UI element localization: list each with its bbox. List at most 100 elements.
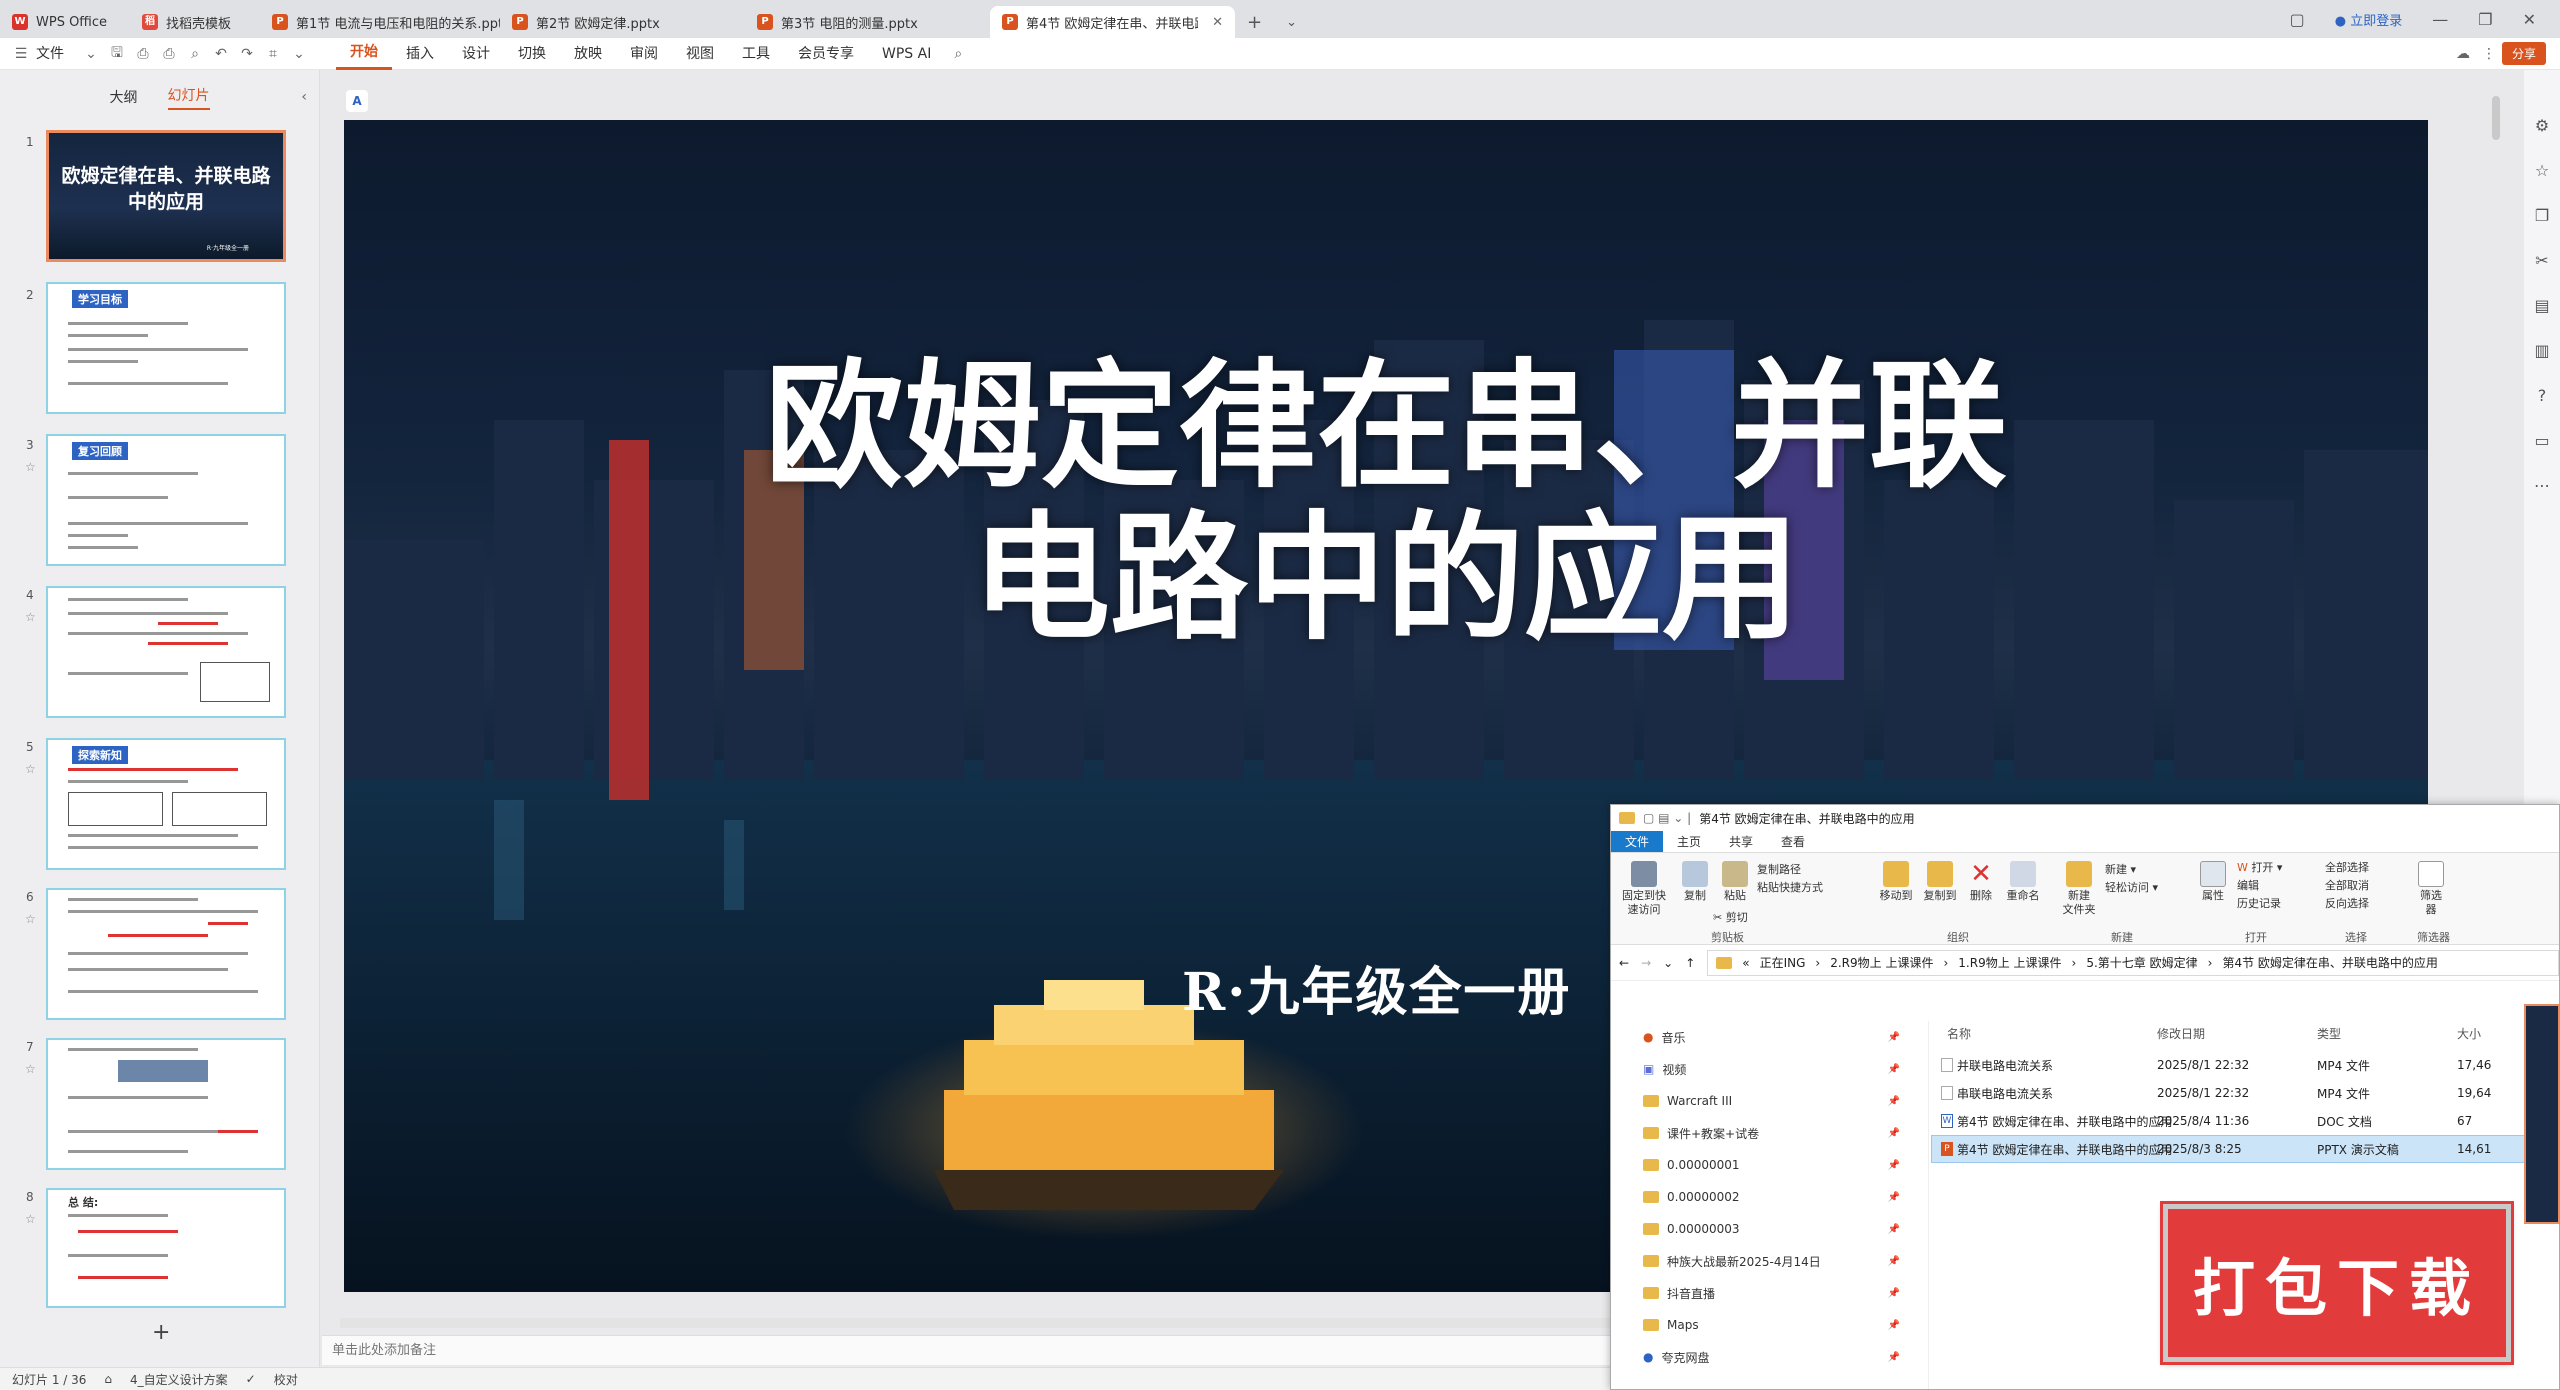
menu-view[interactable]: 视图 (672, 38, 728, 70)
close-tab-icon[interactable]: ✕ (1212, 15, 1223, 30)
search-icon[interactable]: ⌕ (945, 46, 971, 62)
nav-item-folder[interactable]: Warcraft III 📌 (1611, 1085, 1928, 1117)
tab-list-chevron-icon[interactable]: ⌄ (1274, 6, 1309, 38)
star-icon[interactable]: ☆ (25, 1212, 36, 1226)
menu-file[interactable]: 文件 (34, 38, 78, 70)
select-all-button[interactable]: 全部选择 (2325, 861, 2369, 875)
ribbon-tab-file[interactable]: 文件 (1611, 831, 1664, 852)
export-pdf-icon[interactable]: ⎙ (130, 46, 156, 62)
star-icon[interactable]: ☆ (2535, 161, 2549, 180)
new-tab-button[interactable]: + (1235, 6, 1274, 38)
pin-icon[interactable]: 📌 (1888, 1096, 1900, 1107)
help-icon[interactable]: ? (2538, 386, 2547, 405)
up-icon[interactable]: ↑ (1685, 956, 1695, 970)
wps-ai-icon[interactable]: A (346, 90, 368, 112)
horizontal-scrollbar[interactable] (340, 1318, 1610, 1328)
star-icon[interactable]: ☆ (25, 1062, 36, 1076)
ribbon-tab-share[interactable]: 共享 (1715, 831, 1767, 852)
pin-icon[interactable]: 📌 (1888, 1224, 1900, 1235)
chevron-down-icon[interactable]: ⌄ (286, 46, 312, 62)
forward-icon[interactable]: → (1641, 956, 1651, 970)
copy-icon[interactable]: ❐ (2535, 206, 2549, 225)
tab-doc-2[interactable]: P 第2节 欧姆定律.pptx (500, 6, 745, 38)
slide-thumb-2[interactable]: 学习目标 (46, 282, 286, 414)
slide-thumb-5[interactable]: 探索新知 (46, 738, 286, 870)
notes-area[interactable]: 单击此处添加备注 (322, 1335, 1612, 1365)
print-icon[interactable]: ⎙ (156, 46, 182, 62)
settings-icon[interactable]: ⚙ (2535, 116, 2549, 135)
nav-item-cloud[interactable]: ● 夸克网盘 📌 (1611, 1341, 1928, 1373)
slide-thumb-8[interactable]: 总 结: (46, 1188, 286, 1308)
paste-shortcut-button[interactable]: 粘贴快捷方式 (1757, 881, 1823, 895)
pin-icon[interactable]: 📌 (1888, 1192, 1900, 1203)
pin-icon[interactable]: 📌 (1888, 1160, 1900, 1171)
file-row-selected[interactable]: P 第4节 欧姆定律在串、并联电路中的应用 2025/8/3 8:25 PPTX… (1931, 1135, 2559, 1163)
easy-access-button[interactable]: 轻松访问 ▾ (2105, 881, 2158, 895)
menu-home[interactable]: 开始 (336, 38, 392, 70)
tab-docer[interactable]: 稻 找稻壳模板 (130, 6, 260, 38)
menu-wps-ai[interactable]: WPS AI (868, 38, 945, 70)
cut-button[interactable]: ✂ 剪切 (1713, 911, 1748, 925)
download-package-stamp[interactable]: 打包下载 (2160, 1201, 2514, 1365)
pin-icon[interactable]: 📌 (1888, 1320, 1900, 1331)
file-row[interactable]: 串联电路电流关系 2025/8/1 22:32 MP4 文件 19,64 (1931, 1079, 2559, 1107)
pin-quick-access-button[interactable]: 固定到快 速访问 (1615, 861, 1673, 917)
move-to-button[interactable]: 移动到 (1875, 861, 1917, 903)
nav-item-folder[interactable]: 抖音直播 📌 (1611, 1277, 1928, 1309)
breadcrumb-item[interactable]: 2.R9物上 上课课件 (1830, 954, 1933, 971)
sidebar-icon[interactable]: ▥ (2534, 341, 2549, 360)
tools-icon[interactable]: ✂ (2535, 251, 2548, 270)
properties-button[interactable]: 属性 (2195, 861, 2231, 903)
menu-member[interactable]: 会员专享 (784, 38, 868, 70)
slide-thumb-4[interactable] (46, 586, 286, 718)
open-button[interactable]: W 打开 ▾ (2237, 861, 2282, 875)
nav-item-folder[interactable]: 0.00000003 📌 (1611, 1213, 1928, 1245)
ribbon-tab-home[interactable]: 主页 (1663, 831, 1715, 852)
user-icon[interactable]: ● 立即登录 (2335, 10, 2403, 29)
menu-icon[interactable]: ☰ (8, 46, 34, 62)
quick-access-toolbar[interactable]: ▢ ▤ ⌄ | (1643, 811, 1691, 825)
filter-button[interactable]: 筛选 器 (2411, 861, 2451, 917)
layout-icon[interactable]: ▢ (2290, 10, 2305, 29)
star-icon[interactable]: ☆ (25, 610, 36, 624)
slide-thumb-6[interactable] (46, 888, 286, 1020)
recent-chevron-icon[interactable]: ⌄ (1663, 956, 1673, 970)
menu-slideshow[interactable]: 放映 (560, 38, 616, 70)
nav-item-folder[interactable]: 0.00000001 📌 (1611, 1149, 1928, 1181)
file-row[interactable]: 并联电路电流关系 2025/8/1 22:32 MP4 文件 17,46 (1931, 1051, 2559, 1079)
edit-button[interactable]: 编辑 (2237, 879, 2259, 893)
tab-outline[interactable]: 大纲 (110, 87, 138, 107)
more-icon[interactable]: ⋮ (2476, 46, 2502, 62)
delete-button[interactable]: ✕ 删除 (1963, 861, 1999, 903)
col-name[interactable]: 名称 (1947, 1025, 1971, 1042)
breadcrumb-item[interactable]: 正在ING (1760, 954, 1806, 971)
tab-doc-3[interactable]: P 第3节 电阻的测量.pptx (745, 6, 990, 38)
share-button[interactable]: 分享 (2501, 42, 2546, 65)
breadcrumb-item[interactable]: 1.R9物上 上课课件 (1958, 954, 2061, 971)
pin-icon[interactable]: 📌 (1888, 1064, 1900, 1075)
paste-button[interactable]: 粘贴 (1717, 861, 1753, 903)
nav-item-video[interactable]: ▣ 视频 📌 (1611, 1053, 1928, 1085)
close-window-icon[interactable]: ✕ (2523, 10, 2536, 29)
format-painter-icon[interactable]: ⌗ (260, 46, 286, 62)
undo-icon[interactable]: ↶ (208, 46, 234, 62)
tab-slides[interactable]: 幻灯片 (167, 85, 210, 110)
copy-button[interactable]: 复制 (1677, 861, 1713, 903)
maximize-icon[interactable]: ❐ (2478, 10, 2492, 29)
new-item-button[interactable]: 新建 ▾ (2105, 863, 2136, 877)
save-icon[interactable]: 🖫 (104, 42, 130, 66)
pin-icon[interactable]: 📌 (1888, 1288, 1900, 1299)
breadcrumb-item[interactable]: 第4节 欧姆定律在串、并联电路中的应用 (2222, 954, 2437, 971)
template-icon[interactable]: ▤ (2534, 296, 2549, 315)
minimize-icon[interactable]: — (2432, 10, 2448, 29)
nav-item-folder[interactable]: 0.00000002 📌 (1611, 1181, 1928, 1213)
menu-transition[interactable]: 切换 (504, 38, 560, 70)
nav-item-folder[interactable]: Maps 📌 (1611, 1309, 1928, 1341)
file-row[interactable]: W 第4节 欧姆定律在串、并联电路中的应用 2025/8/4 11:36 DOC… (1931, 1107, 2559, 1135)
slide-thumb-1[interactable]: 欧姆定律在串、并联电路中的应用 R·九年级全一册 (46, 130, 286, 262)
pin-icon[interactable]: 📌 (1888, 1032, 1900, 1043)
nav-item-folder[interactable]: 课件+教案+试卷 📌 (1611, 1117, 1928, 1149)
star-icon[interactable]: ☆ (25, 912, 36, 926)
back-icon[interactable]: ← (1619, 956, 1629, 970)
ribbon-tab-view[interactable]: 查看 (1767, 831, 1819, 852)
